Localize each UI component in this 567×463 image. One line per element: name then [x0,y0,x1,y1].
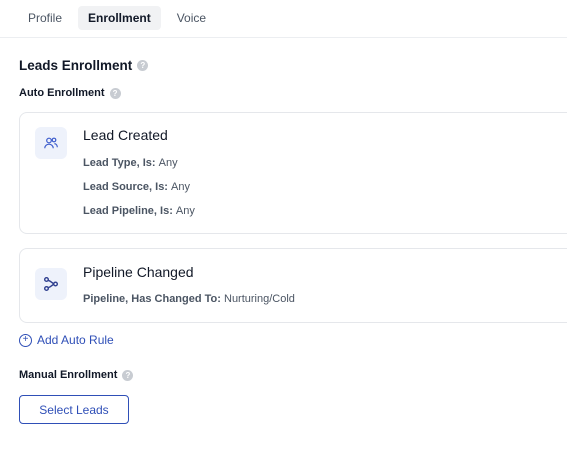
divider [0,37,567,38]
auto-enrollment-label: Auto Enrollment [19,87,105,99]
add-auto-rule-link[interactable]: + Add Auto Rule [19,333,114,347]
condition-key: Lead Type, Is: [83,157,156,169]
leads-enrollment-title: Leads Enrollment [19,58,133,73]
condition-value: Nurturing/Cold [224,293,295,305]
plus-circle-icon: + [19,333,32,347]
rule-card-pipeline-changed[interactable]: Pipeline Changed Pipeline, Has Changed T… [19,248,567,323]
add-auto-rule-label: Add Auto Rule [37,333,114,347]
condition-key: Pipeline, Has Changed To: [83,293,221,305]
auto-enrollment-heading: Auto Enrollment ? [19,87,121,99]
rule-condition: Lead Pipeline, Is: Any [83,205,195,217]
condition-key: Lead Pipeline, Is: [83,205,173,217]
condition-value: Any [158,157,178,169]
rule-card-lead-created[interactable]: Lead Created Lead Type, Is: Any Lead Sou… [19,112,567,234]
pipeline-branch-icon [35,268,67,300]
condition-key: Lead Source, Is: [83,181,168,193]
help-icon[interactable]: ? [137,60,149,71]
rule-title: Pipeline Changed [83,264,194,280]
rule-condition: Lead Source, Is: Any [83,181,190,193]
help-icon[interactable]: ? [122,369,134,381]
tab-voice[interactable]: Voice [167,6,216,30]
select-leads-button[interactable]: Select Leads [19,395,129,424]
rule-condition: Pipeline, Has Changed To: Nurturing/Cold [83,293,295,305]
manual-enrollment-label: Manual Enrollment [19,369,118,381]
condition-value: Any [175,205,195,217]
tab-bar: Profile Enrollment Voice [18,6,216,30]
leads-enrollment-heading: Leads Enrollment ? [19,58,149,73]
rule-title: Lead Created [83,127,168,143]
condition-value: Any [171,181,191,193]
users-icon [35,127,67,159]
tab-enrollment[interactable]: Enrollment [78,6,161,30]
manual-enrollment-heading: Manual Enrollment ? [19,369,134,381]
rule-condition: Lead Type, Is: Any [83,157,178,169]
tab-profile[interactable]: Profile [18,6,72,30]
help-icon[interactable]: ? [109,87,121,99]
